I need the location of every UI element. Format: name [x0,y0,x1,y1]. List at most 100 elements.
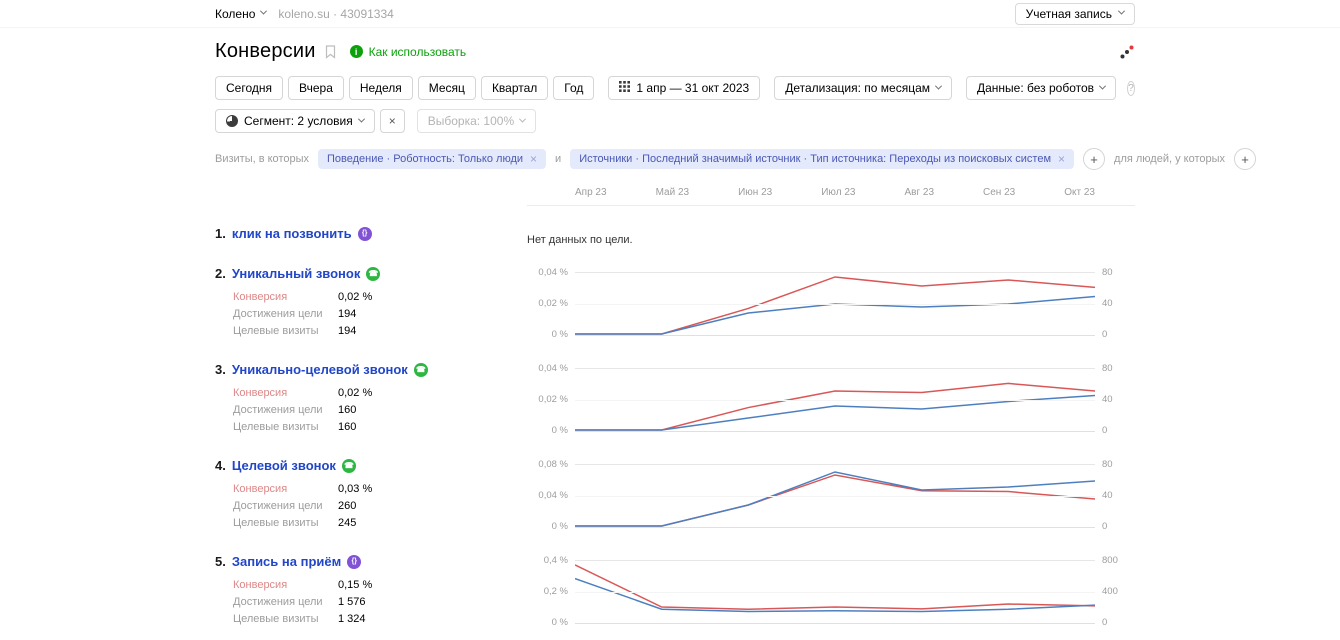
month-tick: Июл 23 [821,187,855,198]
counter-selector[interactable]: Колено [215,7,266,21]
goal-number: 2. [215,266,226,281]
js-goal-icon: {} [347,555,361,569]
period-year-button[interactable]: Год [553,76,594,100]
line-chart [575,368,1095,432]
month-tick: Окт 23 [1064,187,1095,198]
goal-number: 1. [215,226,226,241]
period-today-button[interactable]: Сегодня [215,76,283,100]
data-mode-label: Данные: без роботов [977,81,1094,95]
title-row: Конверсии i Как использовать [215,40,1135,63]
goal-link[interactable]: Уникально-целевой звонок [232,362,408,377]
sampling-button[interactable]: Выборка: 100% [417,109,536,133]
goal-number: 3. [215,362,226,377]
segment-row: Сегмент: 2 условия × Выборка: 100% [215,109,1135,133]
left-axis: 0,4 %0,2 %0 % [527,560,575,624]
goal-link[interactable]: Уникальный звонок [232,266,361,281]
filter-chip-label: Источники · Последний значимый источник … [579,153,1051,165]
js-goal-icon: {} [358,227,372,241]
add-people-condition-button[interactable]: + [1234,148,1256,170]
call-goal-icon: ☎ [342,459,356,473]
chevron-down-icon [1099,82,1106,89]
add-visit-condition-button[interactable]: + [1083,148,1105,170]
metrica-logo-icon[interactable] [1119,44,1135,60]
stat-target-visits: Целевые визиты 194 [233,325,527,338]
stat-target-visits: Целевые визиты 1 324 [233,613,527,626]
goal-row: 5. Запись на приём {} Конверсия 0,15 % Д… [215,554,1135,630]
goal-row: 3. Уникально-целевой звонок ☎ Конверсия … [215,362,1135,438]
and-label: и [555,153,561,165]
call-goal-icon: ☎ [414,363,428,377]
chart-months-axis: Апр 23 Май 23 Июн 23 Июл 23 Авг 23 Сен 2… [527,187,1135,206]
line-chart [575,272,1095,336]
goal-chart: 0,4 %0,2 %0 % 8004000 [527,560,1135,624]
period-week-button[interactable]: Неделя [349,76,413,100]
stat-conversion: Конверсия 0,15 % [233,579,527,592]
period-quarter-button[interactable]: Квартал [481,76,548,100]
calendar-grid-icon [619,81,630,95]
filter-chip-robotness[interactable]: Поведение · Роботность: Только люди × [318,149,546,169]
goal-link[interactable]: Целевой звонок [232,458,336,473]
sampling-label: Выборка: 100% [428,114,514,128]
segment-button[interactable]: Сегмент: 2 условия [215,109,375,133]
left-axis: 0,08 %0,04 %0 % [527,464,575,528]
goal-number: 5. [215,554,226,569]
info-icon: i [350,45,363,58]
counter-meta: koleno.su · 43091334 [278,7,393,21]
data-mode-dropdown[interactable]: Данные: без роботов [966,76,1116,100]
chevron-down-icon [358,115,365,122]
period-yesterday-button[interactable]: Вчера [288,76,344,100]
stat-achievements: Достижения цели 160 [233,404,527,417]
stat-conversion: Конверсия 0,02 % [233,387,527,400]
line-chart [575,464,1095,528]
right-axis: 80400 [1095,464,1135,528]
page-title: Конверсии [215,40,316,63]
stat-achievements: Достижения цели 1 576 [233,596,527,609]
goal-link[interactable]: клик на позвонить [232,226,352,241]
stat-achievements: Достижения цели 260 [233,500,527,513]
stat-conversion: Конверсия 0,02 % [233,291,527,304]
chevron-down-icon [519,115,526,122]
goal-row: 4. Целевой звонок ☎ Конверсия 0,03 % Дос… [215,458,1135,534]
topbar: Колено koleno.su · 43091334 Учетная запи… [0,0,1340,28]
chevron-down-icon [1118,8,1125,15]
left-axis: 0,04 %0,02 %0 % [527,272,575,336]
stat-target-visits: Целевые визиты 245 [233,517,527,530]
segment-clear-button[interactable]: × [380,109,405,133]
left-axis: 0,04 %0,02 %0 % [527,368,575,432]
date-range-button[interactable]: 1 апр — 31 окт 2023 [608,76,760,100]
goal-chart: 0,04 %0,02 %0 % 80400 [527,368,1135,432]
filter-chip-label: Поведение · Роботность: Только люди [327,153,523,165]
filter-chip-traffic-source[interactable]: Источники · Последний значимый источник … [570,149,1074,169]
segment-pie-icon [226,115,238,127]
people-condition-label: для людей, у которых [1114,153,1225,165]
detalization-dropdown[interactable]: Детализация: по месяцам [774,76,952,100]
goal-chart: 0,08 %0,04 %0 % 80400 [527,464,1135,528]
help-icon[interactable]: ? [1127,81,1135,96]
detalization-label: Детализация: по месяцам [785,81,930,95]
stat-achievements: Достижения цели 194 [233,308,527,321]
visits-condition-label: Визиты, в которых [215,153,309,165]
line-chart [575,560,1095,624]
stat-target-visits: Целевые визиты 160 [233,421,527,434]
goal-number: 4. [215,458,226,473]
goal-chart: 0,04 %0,02 %0 % 80400 [527,272,1135,336]
right-axis: 8004000 [1095,560,1135,624]
call-goal-icon: ☎ [366,267,380,281]
goal-link[interactable]: Запись на приём [232,554,341,569]
right-axis: 80400 [1095,368,1135,432]
counter-name: Колено [215,7,255,21]
account-button[interactable]: Учетная запись [1015,3,1135,25]
chip-remove-icon[interactable]: × [530,153,537,165]
month-tick: Май 23 [656,187,690,198]
chip-remove-icon[interactable]: × [1058,153,1065,165]
month-tick: Авг 23 [904,187,934,198]
how-to-use-link[interactable]: Как использовать [369,45,467,59]
month-tick: Сен 23 [983,187,1015,198]
account-label: Учетная запись [1026,7,1112,21]
no-data-message: Нет данных по цели. [527,232,1135,246]
filter-row: Визиты, в которых Поведение · Роботность… [215,148,1135,170]
period-month-button[interactable]: Месяц [418,76,476,100]
chevron-down-icon [260,8,267,15]
bookmark-icon[interactable] [325,45,336,59]
date-range-label: 1 апр — 31 окт 2023 [636,81,749,95]
